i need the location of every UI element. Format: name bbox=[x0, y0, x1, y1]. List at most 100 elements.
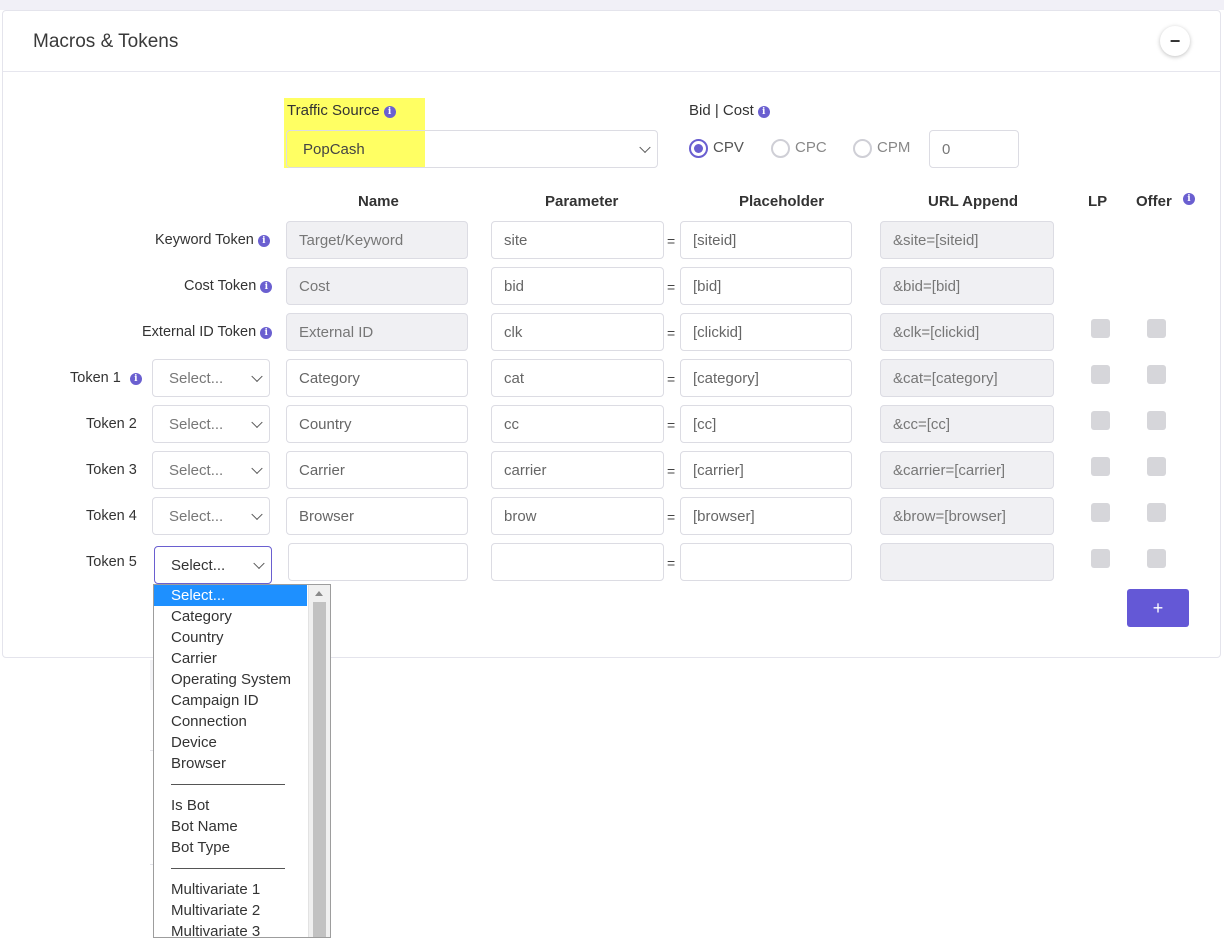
dropdown-option[interactable]: Multivariate 3 bbox=[154, 921, 307, 937]
parameter-input[interactable]: bid bbox=[491, 267, 664, 305]
offer-checkbox[interactable] bbox=[1147, 365, 1166, 384]
offer-checkbox[interactable] bbox=[1147, 411, 1166, 430]
traffic-source-label: Traffic Source i bbox=[287, 102, 396, 119]
name-input[interactable]: Country bbox=[286, 405, 468, 443]
scroll-thumb[interactable] bbox=[313, 602, 326, 937]
radio-cpv[interactable] bbox=[689, 139, 708, 158]
parameter-input[interactable]: brow bbox=[491, 497, 664, 535]
offer-checkbox[interactable] bbox=[1147, 503, 1166, 522]
chevron-down-icon bbox=[251, 370, 263, 383]
placeholder-input[interactable] bbox=[680, 543, 852, 581]
url-append-field: &bid=[bid] bbox=[880, 267, 1054, 305]
chevron-down-icon bbox=[251, 508, 263, 521]
chevron-down-icon bbox=[253, 557, 265, 570]
dropdown-option[interactable]: Browser bbox=[154, 753, 307, 774]
parameter-input[interactable]: cat bbox=[491, 359, 664, 397]
info-icon[interactable]: i bbox=[129, 373, 142, 385]
name-value: Country bbox=[299, 415, 352, 433]
name-value: Target/Keyword bbox=[299, 231, 404, 249]
lp-checkbox[interactable] bbox=[1091, 411, 1110, 430]
dropdown-scrollbar[interactable] bbox=[308, 585, 330, 937]
minus-icon: − bbox=[1169, 30, 1181, 51]
token-select-value: Select... bbox=[169, 461, 224, 479]
placeholder-input[interactable]: [clickid] bbox=[680, 313, 852, 351]
radio-cpc[interactable] bbox=[771, 139, 790, 158]
info-icon[interactable]: i bbox=[257, 235, 270, 247]
name-input[interactable]: External ID bbox=[286, 313, 468, 351]
placeholder-input[interactable]: [category] bbox=[680, 359, 852, 397]
placeholder-input[interactable]: [bid] bbox=[680, 267, 852, 305]
dropdown-option[interactable]: Select... bbox=[154, 585, 307, 606]
placeholder-input[interactable]: [cc] bbox=[680, 405, 852, 443]
parameter-input[interactable]: clk bbox=[491, 313, 664, 351]
dropdown-option[interactable]: Device bbox=[154, 732, 307, 753]
name-input[interactable]: Category bbox=[286, 359, 468, 397]
parameter-input[interactable] bbox=[491, 543, 664, 581]
info-icon[interactable]: i bbox=[260, 327, 273, 339]
name-input[interactable]: Cost bbox=[286, 267, 468, 305]
url-append-field: &brow=[browser] bbox=[880, 497, 1054, 535]
equals-sign: = bbox=[667, 325, 676, 341]
placeholder-input[interactable]: [browser] bbox=[680, 497, 852, 535]
name-input[interactable]: Target/Keyword bbox=[286, 221, 468, 259]
collapse-button[interactable]: − bbox=[1160, 26, 1190, 56]
parameter-input[interactable]: carrier bbox=[491, 451, 664, 489]
chevron-down-icon bbox=[251, 462, 263, 475]
placeholder-input[interactable]: [carrier] bbox=[680, 451, 852, 489]
equals-sign: = bbox=[667, 279, 676, 295]
placeholder-input[interactable]: [siteid] bbox=[680, 221, 852, 259]
lp-checkbox[interactable] bbox=[1091, 457, 1110, 476]
bid-amount-value: 0 bbox=[942, 140, 951, 158]
placeholder-value: [bid] bbox=[693, 277, 722, 295]
dropdown-option[interactable]: Connection bbox=[154, 711, 307, 732]
token-select-open[interactable]: Select... bbox=[154, 546, 272, 584]
url-append-value: &cat=[category] bbox=[893, 369, 998, 387]
equals-sign: = bbox=[667, 463, 676, 479]
dropdown-option[interactable]: Multivariate 2 bbox=[154, 900, 307, 921]
name-input[interactable] bbox=[288, 543, 468, 581]
url-append-field: &clk=[clickid] bbox=[880, 313, 1054, 351]
token-select[interactable]: Select... bbox=[152, 405, 270, 443]
dropdown-option[interactable]: Bot Type bbox=[154, 837, 307, 858]
lp-checkbox[interactable] bbox=[1091, 549, 1110, 568]
url-append-value: &cc=[cc] bbox=[893, 415, 951, 433]
row-label-text: Cost Token bbox=[184, 278, 257, 294]
name-input[interactable]: Carrier bbox=[286, 451, 468, 489]
url-append-field: &cc=[cc] bbox=[880, 405, 1054, 443]
traffic-source-select[interactable]: PopCash bbox=[286, 130, 658, 168]
radio-cpm[interactable] bbox=[853, 139, 872, 158]
info-icon[interactable]: i bbox=[1183, 193, 1195, 205]
lp-checkbox[interactable] bbox=[1091, 319, 1110, 338]
token-select-value: Select... bbox=[169, 369, 224, 387]
offer-checkbox[interactable] bbox=[1147, 549, 1166, 568]
scroll-up-icon[interactable] bbox=[315, 591, 323, 596]
dropdown-option[interactable]: Campaign ID bbox=[154, 690, 307, 711]
info-icon[interactable]: i bbox=[260, 281, 273, 293]
dropdown-option[interactable]: Operating System bbox=[154, 669, 307, 690]
token-select[interactable]: Select... bbox=[152, 497, 270, 535]
name-value: Carrier bbox=[299, 461, 345, 479]
name-input[interactable]: Browser bbox=[286, 497, 468, 535]
token-select[interactable]: Select... bbox=[152, 359, 270, 397]
dropdown-option[interactable]: Category bbox=[154, 606, 307, 627]
lp-checkbox[interactable] bbox=[1091, 503, 1110, 522]
dropdown-option[interactable]: Country bbox=[154, 627, 307, 648]
offer-checkbox[interactable] bbox=[1147, 319, 1166, 338]
lp-checkbox[interactable] bbox=[1091, 365, 1110, 384]
token-dropdown-list[interactable]: Select... Category Country Carrier Operating… bbox=[153, 584, 331, 938]
add-token-button[interactable]: + bbox=[1127, 589, 1189, 627]
plus-icon: + bbox=[1152, 597, 1164, 618]
parameter-input[interactable]: site bbox=[491, 221, 664, 259]
parameter-input[interactable]: cc bbox=[491, 405, 664, 443]
token-select[interactable]: Select... bbox=[152, 451, 270, 489]
dropdown-option[interactable]: Carrier bbox=[154, 648, 307, 669]
parameter-value: bid bbox=[504, 277, 525, 295]
equals-sign: = bbox=[667, 417, 676, 433]
info-icon[interactable]: i bbox=[757, 106, 770, 118]
bid-amount-input[interactable]: 0 bbox=[929, 130, 1019, 168]
offer-checkbox[interactable] bbox=[1147, 457, 1166, 476]
dropdown-option[interactable]: Bot Name bbox=[154, 816, 307, 837]
info-icon[interactable]: i bbox=[383, 106, 396, 118]
dropdown-option[interactable]: Is Bot bbox=[154, 795, 307, 816]
dropdown-option[interactable]: Multivariate 1 bbox=[154, 879, 307, 900]
